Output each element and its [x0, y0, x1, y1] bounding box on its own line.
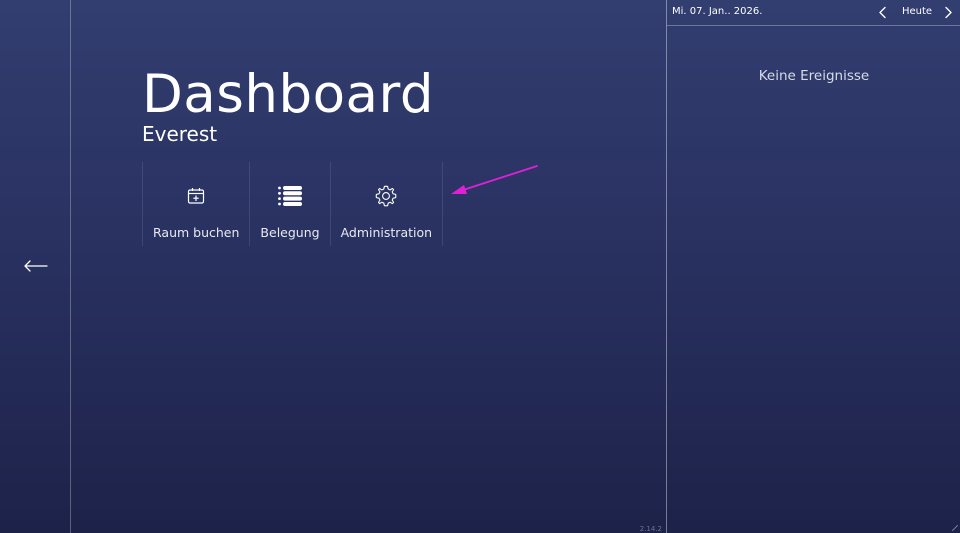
page-title: Dashboard [142, 64, 435, 125]
calendar-panel: Mi. 07. Jan.. 2026. Heute Keine Ereignis… [666, 0, 960, 533]
dashboard-main: Dashboard Everest Raum buchen Belegung A… [71, 0, 666, 533]
action-tiles: Raum buchen Belegung Administration [142, 162, 444, 246]
left-rail [0, 0, 71, 533]
arrow-left-icon[interactable] [22, 258, 48, 274]
calendar-header: Mi. 07. Jan.. 2026. Heute [667, 0, 960, 26]
current-date: Mi. 07. Jan.. 2026. [672, 6, 763, 17]
room-name: Everest [142, 122, 218, 146]
occupancy-button[interactable]: Belegung [249, 162, 329, 246]
no-events-message: Keine Ereignisse [758, 68, 870, 84]
chevron-right-icon[interactable] [942, 6, 954, 19]
book-room-button[interactable]: Raum buchen [142, 162, 249, 246]
annotation-arrow-icon [451, 165, 538, 194]
calendar-plus-icon [188, 188, 205, 204]
version-label: 2.14.2 [639, 525, 662, 533]
gear-icon [375, 185, 397, 207]
administration-button[interactable]: Administration [329, 162, 444, 246]
tile-label: Raum buchen [153, 225, 240, 240]
today-button[interactable]: Heute [902, 6, 932, 17]
tile-label: Administration [340, 225, 433, 240]
list-icon [278, 186, 302, 206]
tile-label: Belegung [260, 225, 320, 240]
chevron-left-icon[interactable] [877, 6, 889, 19]
resize-handle-icon [952, 525, 958, 531]
